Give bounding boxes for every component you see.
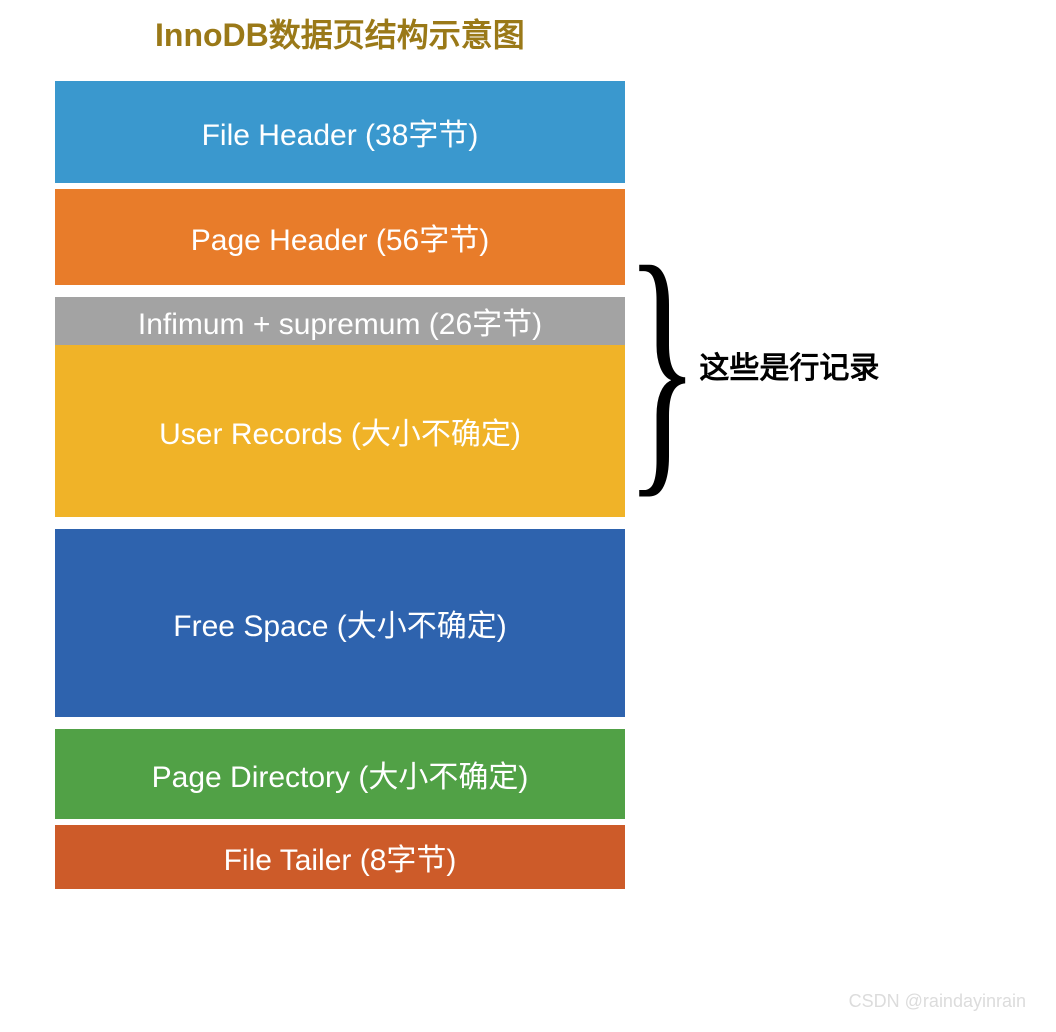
block-free-space: Free Space (大小不确定) [55,517,625,717]
block-page-directory: Page Directory (大小不确定) [55,717,625,819]
block-file-header: File Header (38字节) [55,81,625,183]
block-user-records: User Records (大小不确定) [55,345,625,517]
annotation-text: 这些是行记录 [699,343,879,387]
block-page-header: Page Header (56字节) [55,183,625,285]
diagram-container: File Header (38字节) Page Header (56字节) In… [0,81,1056,889]
blocks-column: File Header (38字节) Page Header (56字节) In… [55,81,625,889]
diagram-title: InnoDB数据页结构示意图 [0,0,1056,81]
block-infimum: Infimum + supremum (26字节) [55,285,625,345]
block-file-tailer: File Tailer (8字节) [55,819,625,889]
brace-icon: } [625,253,699,477]
watermark: CSDN @raindayinrain [849,991,1026,1012]
